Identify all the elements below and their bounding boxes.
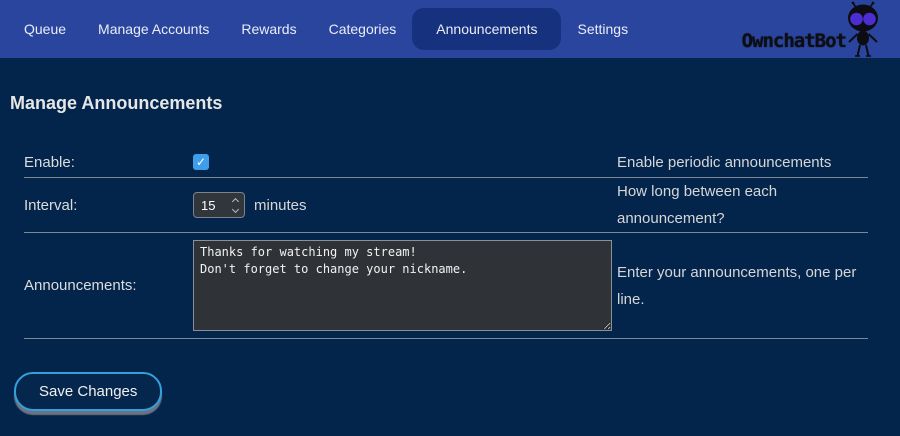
page-title: Manage Announcements (10, 93, 900, 114)
enable-label: Enable: (24, 154, 193, 171)
save-changes-button[interactable]: Save Changes (14, 372, 162, 411)
form-row-enable: Enable: ✓ Enable periodic announcements (24, 147, 868, 178)
brand-logo: OwnchatBot (742, 0, 886, 58)
interval-unit-label: minutes (254, 197, 307, 214)
nav-item-categories[interactable]: Categories (313, 8, 413, 50)
form-row-interval: Interval: 15 minutes How long between ea… (24, 178, 868, 233)
announcements-textarea[interactable]: Thanks for watching my stream! Don't for… (193, 240, 612, 331)
nav-item-settings[interactable]: Settings (561, 8, 644, 50)
robot-mascot-icon (838, 1, 886, 57)
brand-name: OwnchatBot (742, 30, 846, 52)
interval-label: Interval: (24, 197, 193, 214)
chevron-down-icon[interactable] (232, 205, 239, 212)
announcements-help-text: Enter your announcements, one per line. (617, 259, 868, 313)
top-navbar: Queue Manage Accounts Rewards Categories… (0, 0, 900, 58)
announcements-label: Announcements: (24, 277, 193, 294)
nav-item-manage-accounts[interactable]: Manage Accounts (82, 8, 225, 50)
form-row-announcements: Announcements: Thanks for watching my st… (24, 233, 868, 339)
nav-item-announcements[interactable]: Announcements (412, 8, 561, 50)
nav-item-queue[interactable]: Queue (8, 8, 82, 50)
announcements-form: Enable: ✓ Enable periodic announcements … (24, 147, 868, 339)
interval-stepper[interactable] (232, 197, 239, 214)
enable-help-text: Enable periodic announcements (617, 149, 868, 176)
nav-item-rewards[interactable]: Rewards (225, 8, 312, 50)
interval-value: 15 (201, 198, 215, 213)
interval-input[interactable]: 15 (193, 192, 245, 218)
check-icon: ✓ (196, 156, 206, 168)
enable-checkbox[interactable]: ✓ (193, 154, 209, 170)
chevron-up-icon[interactable] (232, 197, 239, 204)
interval-help-text: How long between each announcement? (617, 178, 868, 232)
